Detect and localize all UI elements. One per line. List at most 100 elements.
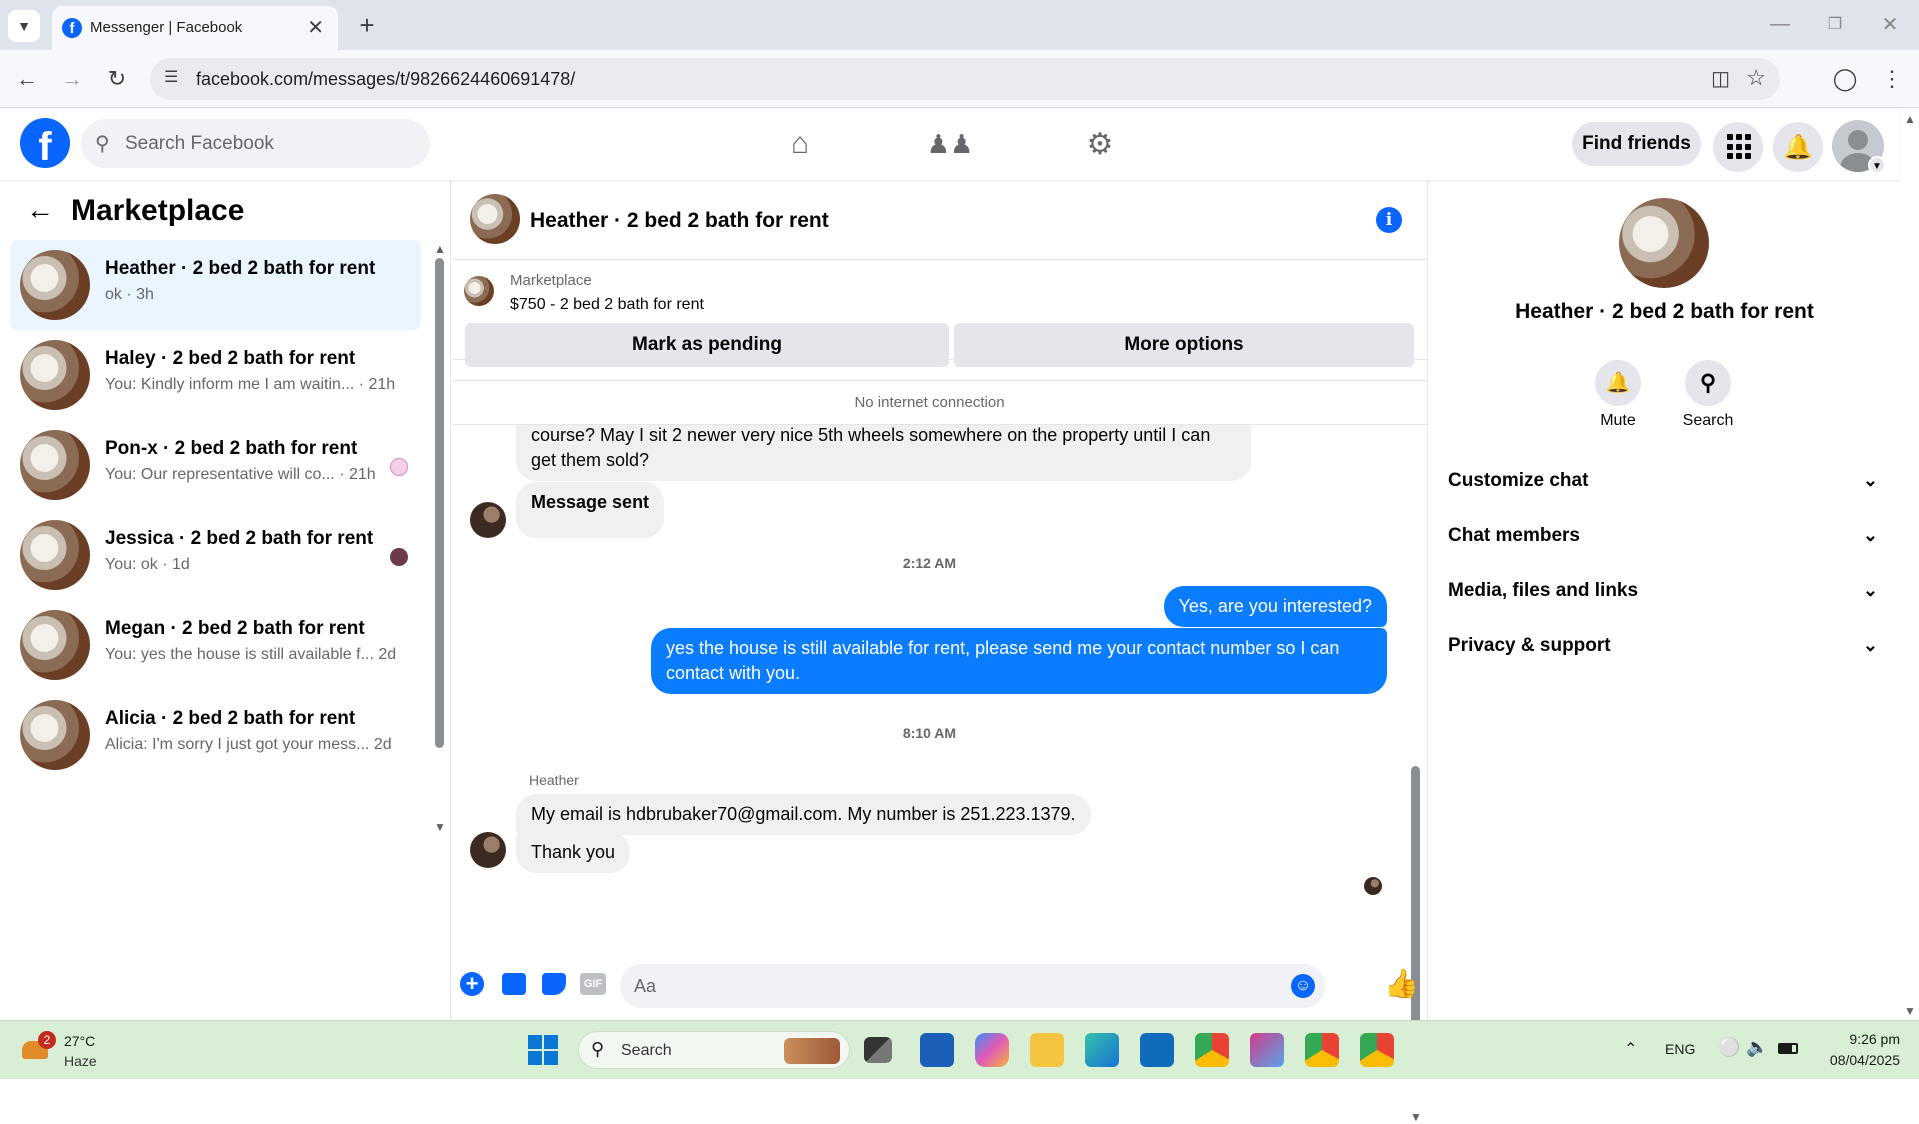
- start-windows-icon[interactable]: [528, 1035, 558, 1065]
- listing-avatar: [20, 610, 90, 680]
- restore-icon[interactable]: ❐: [1815, 6, 1855, 42]
- back-icon[interactable]: ←: [10, 62, 44, 96]
- emoji-icon[interactable]: ☺: [1291, 974, 1315, 998]
- facebook-logo-icon[interactable]: f: [20, 118, 70, 168]
- site-info-icon[interactable]: ☰: [164, 67, 178, 87]
- forward-icon[interactable]: →: [55, 62, 89, 96]
- more-options-button[interactable]: More options: [954, 323, 1414, 367]
- seen-avatar-icon: [390, 548, 408, 566]
- mark-as-pending-button[interactable]: Mark as pending: [465, 323, 949, 367]
- browser-address-bar: ← → ↻ ☰ facebook.com/messages/t/98266244…: [0, 50, 1919, 108]
- conversation-item[interactable]: Haley · 2 bed 2 bath for rent You: Kindl…: [10, 330, 421, 420]
- sender-avatar[interactable]: [470, 502, 506, 538]
- conversation-list-scrollbar[interactable]: ▲ ▼: [432, 242, 446, 957]
- copilot-icon[interactable]: [975, 1033, 1009, 1067]
- listing-thumb[interactable]: [464, 276, 494, 306]
- taskbar-search[interactable]: ⚲ Search: [578, 1031, 850, 1069]
- conversation-preview: ok · 3h: [105, 286, 154, 303]
- edge-browser-icon[interactable]: [1085, 1033, 1119, 1067]
- search-facebook-box[interactable]: ⚲ Search Facebook: [81, 119, 430, 168]
- bell-icon: 🔔: [1605, 372, 1631, 394]
- tab-search-icon[interactable]: ▼: [8, 10, 40, 42]
- page-scrollbar[interactable]: ▲ ▼: [1900, 108, 1919, 1020]
- bookmark-star-icon[interactable]: ☆: [1746, 65, 1766, 91]
- reload-icon[interactable]: ↻: [100, 62, 134, 96]
- weather-widget[interactable]: 2 27°C Haze: [18, 1027, 108, 1073]
- language-indicator[interactable]: ENG: [1665, 1041, 1695, 1057]
- new-tab-icon[interactable]: +: [352, 8, 382, 42]
- conversation-item[interactable]: Megan · 2 bed 2 bath for rent You: yes t…: [10, 600, 421, 690]
- groups-icon[interactable]: ⚙: [1075, 122, 1125, 166]
- search-conversation-button[interactable]: ⚲: [1685, 360, 1731, 406]
- network-icon[interactable]: ⚪: [1718, 1037, 1740, 1058]
- clock-time[interactable]: 9:26 pm: [1820, 1031, 1900, 1047]
- sticker-icon[interactable]: [542, 973, 566, 995]
- chat-header-avatar[interactable]: [470, 194, 520, 244]
- show-hidden-icons-icon[interactable]: ⌃: [1624, 1039, 1637, 1059]
- conversation-item[interactable]: Alicia · 2 bed 2 bath for rent Alicia: I…: [10, 690, 421, 780]
- mute-label: Mute: [1600, 412, 1636, 429]
- conversation-item[interactable]: Jessica · 2 bed 2 bath for rent You: ok …: [10, 510, 421, 600]
- close-window-icon[interactable]: ✕: [1870, 6, 1910, 42]
- chrome-profile-icon-2[interactable]: [1360, 1033, 1394, 1067]
- mute-button[interactable]: 🔔: [1595, 360, 1641, 406]
- photo-icon[interactable]: [502, 973, 526, 995]
- info-icon[interactable]: i: [1376, 207, 1402, 233]
- chrome-profile-icon[interactable]: [1305, 1033, 1339, 1067]
- thumbs-up-icon[interactable]: 👍: [1384, 967, 1419, 1000]
- scroll-up-icon[interactable]: ▲: [434, 242, 446, 256]
- scroll-up-icon[interactable]: ▲: [1904, 112, 1916, 126]
- facebook-header: f ⚲ Search Facebook ⌂ ♟♟ ⚙ Find friends …: [0, 108, 1900, 180]
- clock-date[interactable]: 08/04/2025: [1810, 1052, 1900, 1068]
- profile-icon[interactable]: ◯: [1828, 62, 1862, 96]
- media-files-links-section[interactable]: Media, files and links ⌄: [1448, 580, 1878, 620]
- file-explorer-icon[interactable]: [1030, 1033, 1064, 1067]
- connection-banner: No internet connection: [452, 380, 1427, 425]
- task-view-icon[interactable]: [864, 1037, 892, 1063]
- outlook-icon[interactable]: [1140, 1033, 1174, 1067]
- listing-price[interactable]: $750 - 2 bed 2 bath for rent: [510, 296, 704, 314]
- conversation-preview: You: Kindly inform me I am waitin... · 2…: [105, 376, 396, 393]
- conversation-item[interactable]: Pon-x · 2 bed 2 bath for rent You: Our r…: [10, 420, 421, 510]
- find-friends-button[interactable]: Find friends: [1572, 122, 1701, 166]
- conversation-name: Haley · 2 bed 2 bath for rent: [105, 348, 356, 369]
- scroll-down-icon[interactable]: ▼: [1904, 1004, 1916, 1018]
- conversation-name: Pon-x · 2 bed 2 bath for rent: [105, 438, 358, 459]
- home-icon[interactable]: ⌂: [775, 122, 825, 166]
- chrome-icon[interactable]: [1195, 1033, 1229, 1067]
- profile-avatar[interactable]: [1619, 198, 1709, 288]
- conversation-item[interactable]: Heather · 2 bed 2 bath for rent ok · 3h: [10, 240, 421, 330]
- scroll-down-icon[interactable]: ▼: [434, 820, 446, 834]
- close-tab-icon[interactable]: ✕: [307, 15, 324, 40]
- account-chevron-icon[interactable]: ▼: [1868, 156, 1886, 174]
- battery-icon[interactable]: [1778, 1043, 1798, 1054]
- chat-members-section[interactable]: Chat members ⌄: [1448, 525, 1878, 565]
- snipping-tool-icon[interactable]: [1250, 1033, 1284, 1067]
- microsoft-store-icon[interactable]: [920, 1033, 954, 1067]
- notifications-bell-icon[interactable]: 🔔: [1773, 122, 1823, 172]
- message-input[interactable]: Aa ☺: [620, 964, 1325, 1008]
- chat-title[interactable]: Heather · 2 bed 2 bath for rent: [530, 209, 829, 233]
- volume-icon[interactable]: 🔈: [1746, 1037, 1768, 1058]
- scrollbar-thumb[interactable]: [435, 258, 444, 748]
- customize-chat-section[interactable]: Customize chat ⌄: [1448, 470, 1878, 510]
- scroll-down-icon[interactable]: ▼: [1410, 1110, 1422, 1124]
- privacy-support-section[interactable]: Privacy & support ⌄: [1448, 635, 1878, 675]
- gif-icon[interactable]: GIF: [580, 973, 606, 995]
- plus-icon[interactable]: +: [460, 972, 484, 996]
- minimize-icon[interactable]: —: [1760, 6, 1800, 42]
- sender-avatar[interactable]: [470, 832, 506, 868]
- back-arrow-icon[interactable]: ←: [26, 194, 54, 226]
- chevron-down-icon: ⌄: [1862, 635, 1878, 655]
- search-icon: ⚲: [1699, 370, 1717, 395]
- chevron-down-icon: ⌄: [1862, 580, 1878, 600]
- browser-tab[interactable]: f Messenger | Facebook ✕: [52, 6, 338, 50]
- conversation-name: Megan · 2 bed 2 bath for rent: [105, 618, 365, 639]
- menu-grid-icon[interactable]: [1713, 122, 1763, 172]
- browser-menu-icon[interactable]: ⋮: [1875, 62, 1909, 96]
- install-app-icon[interactable]: ◫: [1711, 66, 1730, 91]
- url-text[interactable]: facebook.com/messages/t/9826624460691478…: [196, 69, 575, 90]
- chat-scrollbar[interactable]: ▼: [1408, 426, 1422, 1124]
- url-omnibox[interactable]: ☰ facebook.com/messages/t/98266244606914…: [150, 58, 1780, 100]
- friends-icon[interactable]: ♟♟: [925, 122, 975, 166]
